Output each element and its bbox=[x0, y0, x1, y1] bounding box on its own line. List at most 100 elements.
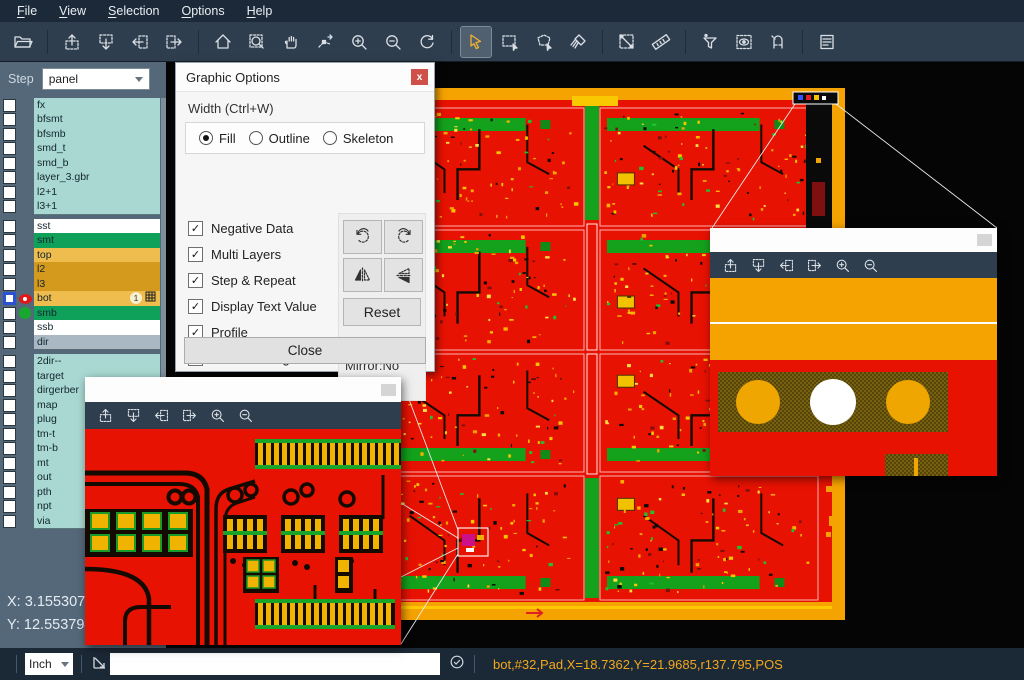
layer-checkbox[interactable] bbox=[3, 292, 16, 305]
menu-file[interactable]: File bbox=[6, 0, 48, 22]
radio-outline[interactable]: Outline bbox=[249, 131, 310, 146]
zoom-in-icon[interactable] bbox=[829, 253, 855, 277]
layer-row-fx[interactable]: fx bbox=[0, 98, 166, 113]
move-left-icon[interactable] bbox=[773, 253, 799, 277]
command-input[interactable] bbox=[110, 653, 440, 675]
move-left-icon[interactable] bbox=[148, 404, 174, 428]
layer-checkbox[interactable] bbox=[3, 128, 16, 141]
radio-skeleton[interactable]: Skeleton bbox=[323, 131, 394, 146]
layer-row-bfsmb[interactable]: bfsmb bbox=[0, 127, 166, 142]
move-up-icon[interactable] bbox=[717, 253, 743, 277]
rotate-cw-icon[interactable] bbox=[343, 220, 382, 254]
zoom-out-icon[interactable] bbox=[378, 27, 408, 57]
measure-line-icon[interactable] bbox=[612, 27, 642, 57]
layer-checkbox[interactable] bbox=[3, 220, 16, 233]
move-up-icon[interactable] bbox=[92, 404, 118, 428]
move-down-icon[interactable] bbox=[91, 27, 121, 57]
unit-dropdown[interactable]: Inch bbox=[25, 653, 73, 675]
flip-h-icon[interactable] bbox=[343, 258, 382, 292]
refresh-icon[interactable] bbox=[448, 653, 466, 676]
step-dropdown[interactable]: panel bbox=[42, 68, 150, 90]
layer-row-2dir--[interactable]: 2dir-- bbox=[0, 355, 166, 370]
filter-icon[interactable] bbox=[695, 27, 725, 57]
menu-options[interactable]: Options bbox=[170, 0, 235, 22]
zoom-undo-icon[interactable] bbox=[412, 27, 442, 57]
layer-checkbox[interactable] bbox=[3, 428, 16, 441]
radio-fill[interactable]: Fill bbox=[199, 131, 236, 146]
popup-titlebar[interactable] bbox=[710, 228, 997, 252]
grid-icon[interactable] bbox=[145, 291, 156, 306]
close-button[interactable]: Close bbox=[184, 337, 426, 364]
layer-row-top[interactable]: top bbox=[0, 248, 166, 263]
move-down-icon[interactable] bbox=[120, 404, 146, 428]
layer-checkbox[interactable] bbox=[3, 234, 16, 247]
layer-row-layer_3.gbr[interactable]: layer_3.gbr bbox=[0, 171, 166, 186]
layer-row-dir[interactable]: dir bbox=[0, 335, 166, 350]
layer-checkbox[interactable] bbox=[3, 457, 16, 470]
layer-checkbox[interactable] bbox=[3, 142, 16, 155]
dialog-close-button[interactable]: x bbox=[411, 69, 428, 85]
zoom-in-icon[interactable] bbox=[204, 404, 230, 428]
rect-select-icon[interactable] bbox=[495, 27, 525, 57]
layer-row-smt[interactable]: smt bbox=[0, 234, 166, 249]
layer-checkbox[interactable] bbox=[3, 471, 16, 484]
layer-checkbox[interactable] bbox=[3, 113, 16, 126]
rotate-ccw-icon[interactable] bbox=[384, 220, 423, 254]
layer-checkbox[interactable] bbox=[3, 413, 16, 426]
layer-checkbox[interactable] bbox=[3, 99, 16, 112]
popup-titlebar[interactable] bbox=[85, 377, 401, 402]
layer-row-sst[interactable]: sst bbox=[0, 219, 166, 234]
layer-checkbox[interactable] bbox=[3, 186, 16, 199]
reset-button[interactable]: Reset bbox=[343, 298, 421, 326]
layer-checkbox[interactable] bbox=[3, 336, 16, 349]
layer-row-ssb[interactable]: ssb bbox=[0, 321, 166, 336]
move-vertex-icon[interactable] bbox=[310, 27, 340, 57]
pcb-zoom-detail[interactable] bbox=[85, 429, 401, 645]
notes-panel-icon[interactable] bbox=[812, 27, 842, 57]
dialog-titlebar[interactable]: Graphic Options x bbox=[176, 63, 434, 92]
layer-row-bot[interactable]: bot1 bbox=[0, 292, 166, 307]
view-region-icon[interactable] bbox=[729, 27, 759, 57]
zoom-out-icon[interactable] bbox=[857, 253, 883, 277]
layer-checkbox[interactable] bbox=[3, 200, 16, 213]
popup-window-button[interactable] bbox=[381, 384, 396, 396]
group-select-icon[interactable] bbox=[529, 27, 559, 57]
snap-magnet-icon[interactable] bbox=[763, 27, 793, 57]
layer-row-smd_b[interactable]: smd_b bbox=[0, 156, 166, 171]
layer-checkbox[interactable] bbox=[3, 370, 16, 383]
zoom-select-icon[interactable] bbox=[242, 27, 272, 57]
checkbox-multi-layers[interactable]: ✓Multi Layers bbox=[188, 241, 317, 267]
menu-help[interactable]: Help bbox=[236, 0, 284, 22]
layer-checkbox[interactable] bbox=[3, 321, 16, 334]
zoom-in-icon[interactable] bbox=[344, 27, 374, 57]
pcb-zoom-detail[interactable] bbox=[710, 278, 997, 476]
layer-checkbox[interactable] bbox=[3, 157, 16, 170]
select-pointer-icon[interactable] bbox=[461, 27, 491, 57]
move-up-icon[interactable] bbox=[57, 27, 87, 57]
layer-checkbox[interactable] bbox=[3, 384, 16, 397]
move-left-icon[interactable] bbox=[125, 27, 155, 57]
move-right-icon[interactable] bbox=[801, 253, 827, 277]
layer-checkbox[interactable] bbox=[3, 442, 16, 455]
clean-brush-icon[interactable] bbox=[563, 27, 593, 57]
popup-window-button[interactable] bbox=[977, 234, 992, 246]
layer-checkbox[interactable] bbox=[3, 486, 16, 499]
layer-checkbox[interactable] bbox=[3, 278, 16, 291]
layer-row-l2[interactable]: l2 bbox=[0, 263, 166, 278]
menu-view[interactable]: View bbox=[48, 0, 97, 22]
move-right-icon[interactable] bbox=[159, 27, 189, 57]
open-folder-icon[interactable] bbox=[8, 27, 38, 57]
layer-checkbox[interactable] bbox=[3, 263, 16, 276]
checkbox-display-text-value[interactable]: ✓Display Text Value bbox=[188, 293, 317, 319]
move-right-icon[interactable] bbox=[176, 404, 202, 428]
layer-row-bfsmt[interactable]: bfsmt bbox=[0, 113, 166, 128]
flip-v-icon[interactable] bbox=[384, 258, 423, 292]
layer-row-l3+1[interactable]: l3+1 bbox=[0, 200, 166, 215]
layer-checkbox[interactable] bbox=[3, 171, 16, 184]
layer-checkbox[interactable] bbox=[3, 500, 16, 513]
layer-row-l2+1[interactable]: l2+1 bbox=[0, 185, 166, 200]
ruler-icon[interactable] bbox=[646, 27, 676, 57]
layer-row-smd_t[interactable]: smd_t bbox=[0, 142, 166, 157]
menu-selection[interactable]: Selection bbox=[97, 0, 170, 22]
layer-checkbox[interactable] bbox=[3, 307, 16, 320]
